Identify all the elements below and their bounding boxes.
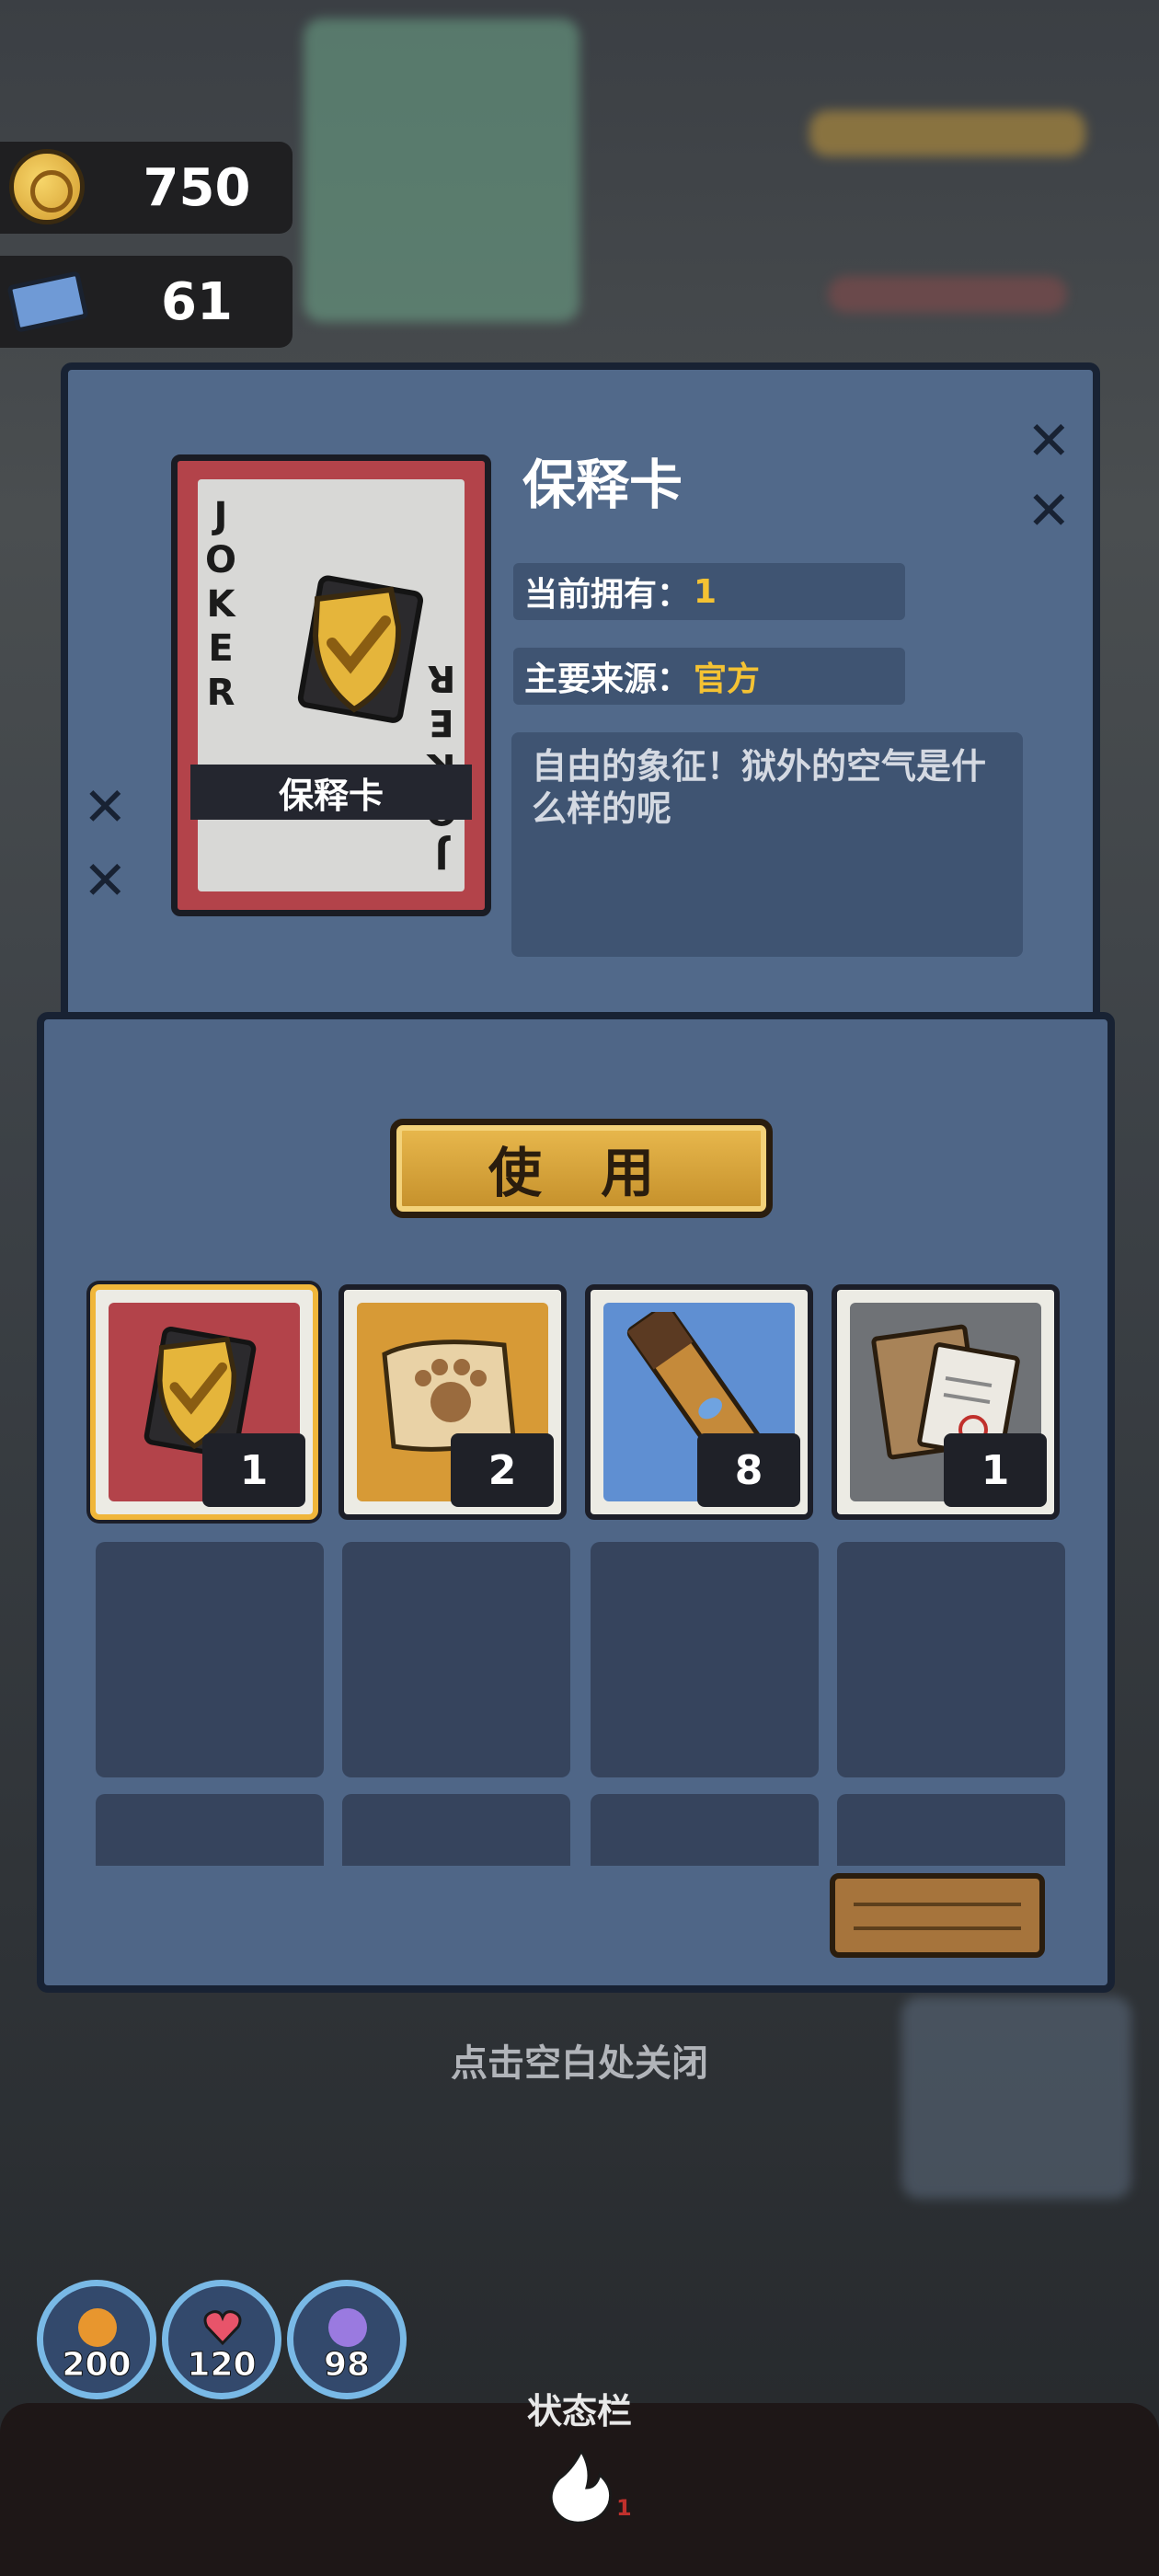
joker-text-top: JOKER: [204, 495, 236, 714]
owned-value: 1: [694, 572, 717, 611]
item-count: 1: [944, 1433, 1047, 1507]
inventory-slot-empty[interactable]: [591, 1794, 819, 1866]
x-mark-decoration: ✕: [1027, 479, 1072, 542]
use-button[interactable]: 使 用: [390, 1119, 773, 1218]
owned-row: 当前拥有： 1: [513, 563, 905, 620]
ticket-icon: [6, 270, 89, 333]
wood-tab-button[interactable]: [830, 1873, 1045, 1958]
mind-value: 98: [323, 2346, 371, 2385]
inventory-slot-food-bar[interactable]: 8: [585, 1284, 813, 1520]
heart-icon: [203, 2308, 242, 2347]
card-name-label: 保释卡: [190, 765, 472, 820]
hunger-value: 200: [62, 2346, 132, 2385]
close-hint[interactable]: 点击空白处关闭: [0, 2033, 1159, 2087]
inventory-slot-empty[interactable]: [96, 1542, 324, 1777]
hunger-stat[interactable]: 200: [37, 2280, 156, 2399]
source-row: 主要来源： 官方: [513, 648, 905, 705]
inventory-slot-empty[interactable]: [591, 1542, 819, 1777]
bg-window: [304, 18, 580, 322]
card-face: JOKER JOKER 保释卡: [190, 479, 472, 891]
item-title: 保释卡: [522, 454, 683, 516]
item-description: 自由的象征！狱外的空气是什么样的呢: [511, 732, 1023, 957]
inventory-slot-document[interactable]: 1: [832, 1284, 1060, 1520]
x-mark-decoration: ✕: [83, 849, 128, 912]
hunger-icon: [78, 2308, 117, 2347]
inventory-slot-bail-card[interactable]: 1: [90, 1284, 318, 1520]
bg-shelf: [809, 110, 1085, 156]
inventory-slot-empty[interactable]: [342, 1542, 570, 1777]
inventory-slot-empty[interactable]: [96, 1794, 324, 1866]
bg-box: [901, 1996, 1131, 2199]
status-bar-label: 状态栏: [526, 2391, 632, 2432]
health-value: 120: [187, 2346, 257, 2385]
shield-check-icon: [297, 575, 423, 723]
owned-label: 当前拥有：: [524, 576, 691, 614]
source-label: 主要来源：: [524, 661, 691, 698]
x-mark-decoration: ✕: [83, 776, 128, 838]
x-mark-decoration: ✕: [1027, 409, 1072, 472]
bg-sign: [828, 276, 1067, 313]
ticket-counter: 61: [0, 256, 293, 348]
brain-icon: [328, 2308, 367, 2347]
fire-icon[interactable]: [545, 2447, 616, 2524]
mind-stat[interactable]: 98: [287, 2280, 407, 2399]
item-count: 8: [697, 1433, 800, 1507]
coin-counter: 750: [0, 142, 293, 234]
coin-value: 750: [143, 157, 251, 218]
coin-icon: [9, 149, 85, 224]
item-count: 1: [202, 1433, 305, 1507]
status-badge: 1: [616, 2495, 632, 2521]
health-stat[interactable]: 120: [162, 2280, 281, 2399]
inventory-slot-empty[interactable]: [837, 1542, 1065, 1777]
inventory-slot-empty[interactable]: [342, 1794, 570, 1866]
ticket-value: 61: [161, 271, 233, 332]
inventory-slot-empty[interactable]: [837, 1794, 1065, 1866]
item-card: JOKER JOKER 保释卡: [171, 454, 491, 916]
item-count: 2: [451, 1433, 554, 1507]
source-value: 官方: [694, 661, 761, 698]
inventory-slot-paw-map[interactable]: 2: [339, 1284, 567, 1520]
